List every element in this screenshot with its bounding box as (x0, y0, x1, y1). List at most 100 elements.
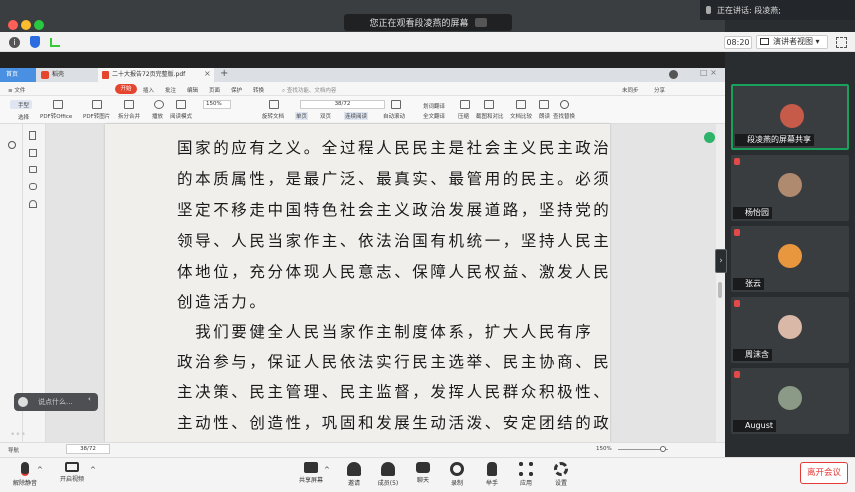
status-zoom[interactable]: 150% (596, 446, 612, 452)
settings-label: 设置 (554, 480, 567, 487)
minimize-window-button[interactable] (21, 20, 31, 30)
chat-icon (416, 462, 430, 473)
menu-page[interactable]: 页面 (209, 86, 220, 94)
participant-tile[interactable]: 张云 (731, 226, 849, 292)
sync-status[interactable]: 未同步 (622, 86, 639, 94)
pdf-page: 国家的应有之义。全过程人民民主是社会主义民主政治 的本质属性，是最广泛、最真实、… (105, 124, 610, 442)
compress-button[interactable]: 压缩 (458, 112, 469, 120)
menu-file[interactable]: ≡ 文件 (8, 86, 25, 94)
chat-button[interactable]: 聊天 (406, 459, 440, 484)
invite-label: 邀请 (347, 480, 360, 487)
start-video-button[interactable]: 开启视频 (55, 459, 89, 483)
settings-button[interactable]: 设置 (544, 459, 578, 487)
menu-protect[interactable]: 保护 (231, 86, 242, 94)
auto-scroll-icon (391, 100, 401, 109)
pdf-to-image-button[interactable]: PDF转图片 (83, 112, 110, 120)
tab-pdf-document[interactable]: 二十大报告72页完整版.pdf (98, 68, 214, 82)
members-button[interactable]: 成员(5) (371, 459, 405, 487)
read-aloud-button[interactable]: 朗读 (539, 112, 550, 120)
shield-icon[interactable] (30, 36, 40, 48)
menu-insert[interactable]: 插入 (143, 86, 154, 94)
search-box[interactable]: ⌕ 查找功能、文档内容 (282, 86, 336, 95)
more-icon[interactable]: ••• (10, 430, 26, 440)
tab-home[interactable]: 首页 (0, 68, 36, 82)
members-icon (381, 462, 395, 476)
hand-tool-button[interactable]: 手型 (10, 100, 32, 109)
pdf-to-office-icon (53, 100, 63, 109)
record-button[interactable]: 录制 (440, 459, 474, 487)
pdf-to-office-button[interactable]: PDF转Office (40, 112, 72, 120)
signature-icon[interactable] (29, 200, 37, 208)
play-button[interactable]: 播放 (152, 112, 163, 120)
window-controls[interactable]: □ × (700, 68, 717, 77)
split-merge-button[interactable]: 拆分合并 (118, 112, 140, 120)
zoom-slider-thumb[interactable] (660, 446, 666, 452)
comment-icon[interactable] (29, 166, 37, 173)
close-tab-icon[interactable]: × (204, 69, 211, 78)
auto-scroll-button[interactable]: 自动滚动 (383, 112, 405, 120)
participant-tile[interactable]: 段凌燕的屏幕共享 (731, 84, 849, 150)
zoom-icon[interactable] (8, 141, 16, 149)
participant-tile[interactable]: 杨怡园 (731, 155, 849, 221)
select-tool-button[interactable]: 选择 (18, 113, 29, 121)
members-label: 成员(5) (377, 480, 399, 487)
nav-toggle[interactable]: 导航 (8, 446, 19, 454)
invite-icon (347, 462, 361, 476)
status-page-input[interactable]: 38/72 (66, 444, 110, 454)
participant-tile[interactable]: 周沫含 (731, 297, 849, 363)
signal-icon[interactable] (50, 38, 60, 47)
chevron-up-icon[interactable]: ^ (90, 466, 96, 474)
mic-muted-icon (734, 229, 740, 236)
full-translate-button[interactable]: 全文翻译 (423, 112, 445, 120)
find-replace-icon (560, 100, 569, 109)
screenshot-icon (484, 100, 494, 109)
menu-comment[interactable]: 批注 (165, 86, 176, 94)
maximize-window-button[interactable] (34, 20, 44, 30)
double-page-button[interactable]: 双页 (320, 112, 331, 120)
voice-input-pill[interactable]: 说点什么... ‹ (14, 393, 98, 411)
exit-fullscreen-icon[interactable] (474, 18, 487, 27)
zoom-select[interactable]: 150% (203, 100, 231, 109)
menu-start[interactable]: 开始 (115, 84, 137, 94)
new-tab-icon[interactable]: + (220, 68, 228, 79)
screen-share-banner: 您正在观看段凌燕的屏幕 (344, 14, 512, 31)
share-button[interactable]: 分享 (654, 86, 665, 94)
share-screen-button[interactable]: 共享屏幕 (294, 459, 328, 484)
scrollbar-thumb[interactable] (718, 282, 722, 298)
doc-compare-button[interactable]: 文档比较 (510, 112, 532, 120)
menu-convert[interactable]: 转换 (253, 86, 264, 94)
ribbon-tools: PDF转Office PDF转图片 拆分合并 播放 阅读模式 150% 旋转文档… (40, 96, 560, 124)
emoji-icon[interactable] (18, 397, 28, 407)
fullscreen-icon[interactable] (836, 37, 847, 48)
find-replace-button[interactable]: 查找替换 (553, 112, 575, 120)
share-screen-icon (304, 462, 318, 473)
read-mode-button[interactable]: 阅读模式 (170, 112, 192, 120)
rotate-button[interactable]: 旋转文档 (262, 112, 284, 120)
menu-edit[interactable]: 编辑 (187, 86, 198, 94)
doc-line: 国家的应有之义。全过程人民民主是社会主义民主政治 (177, 139, 612, 157)
translate-float-icon[interactable] (704, 132, 715, 143)
thumbnail-icon[interactable] (29, 149, 37, 157)
screenshot-compare-button[interactable]: 截图和对比 (476, 112, 504, 120)
continuous-read-button[interactable]: 连续阅读 (344, 112, 369, 120)
apps-button[interactable]: 应用 (509, 459, 543, 487)
bookmark-icon[interactable] (29, 131, 36, 140)
raise-hand-button[interactable]: 举手 (475, 459, 509, 487)
close-window-button[interactable] (8, 20, 18, 30)
chevron-up-icon[interactable]: ^ (37, 466, 43, 474)
participant-name: 张云 (733, 278, 764, 290)
word-translate-button[interactable]: 划词翻译 (423, 102, 445, 110)
info-icon[interactable]: i (9, 37, 20, 48)
avatar[interactable] (669, 70, 678, 79)
invite-button[interactable]: 邀请 (337, 459, 371, 487)
participant-tile[interactable]: August (731, 368, 849, 434)
attachment-icon[interactable] (29, 183, 37, 190)
page-navigator[interactable]: 38/72 (300, 100, 385, 109)
single-page-button[interactable]: 单页 (295, 112, 309, 120)
speaking-indicator: 正在讲话: 段凌燕; (700, 0, 855, 20)
collapse-icon[interactable]: ‹ (88, 395, 91, 403)
sidebar-toggle[interactable]: › (715, 249, 727, 273)
leave-meeting-button[interactable]: 离开会议 (800, 462, 848, 484)
chevron-up-icon[interactable]: ^ (324, 466, 330, 474)
doc-line: 坚定不移走中国特色社会主义政治发展道路，坚持党的 (177, 201, 612, 219)
